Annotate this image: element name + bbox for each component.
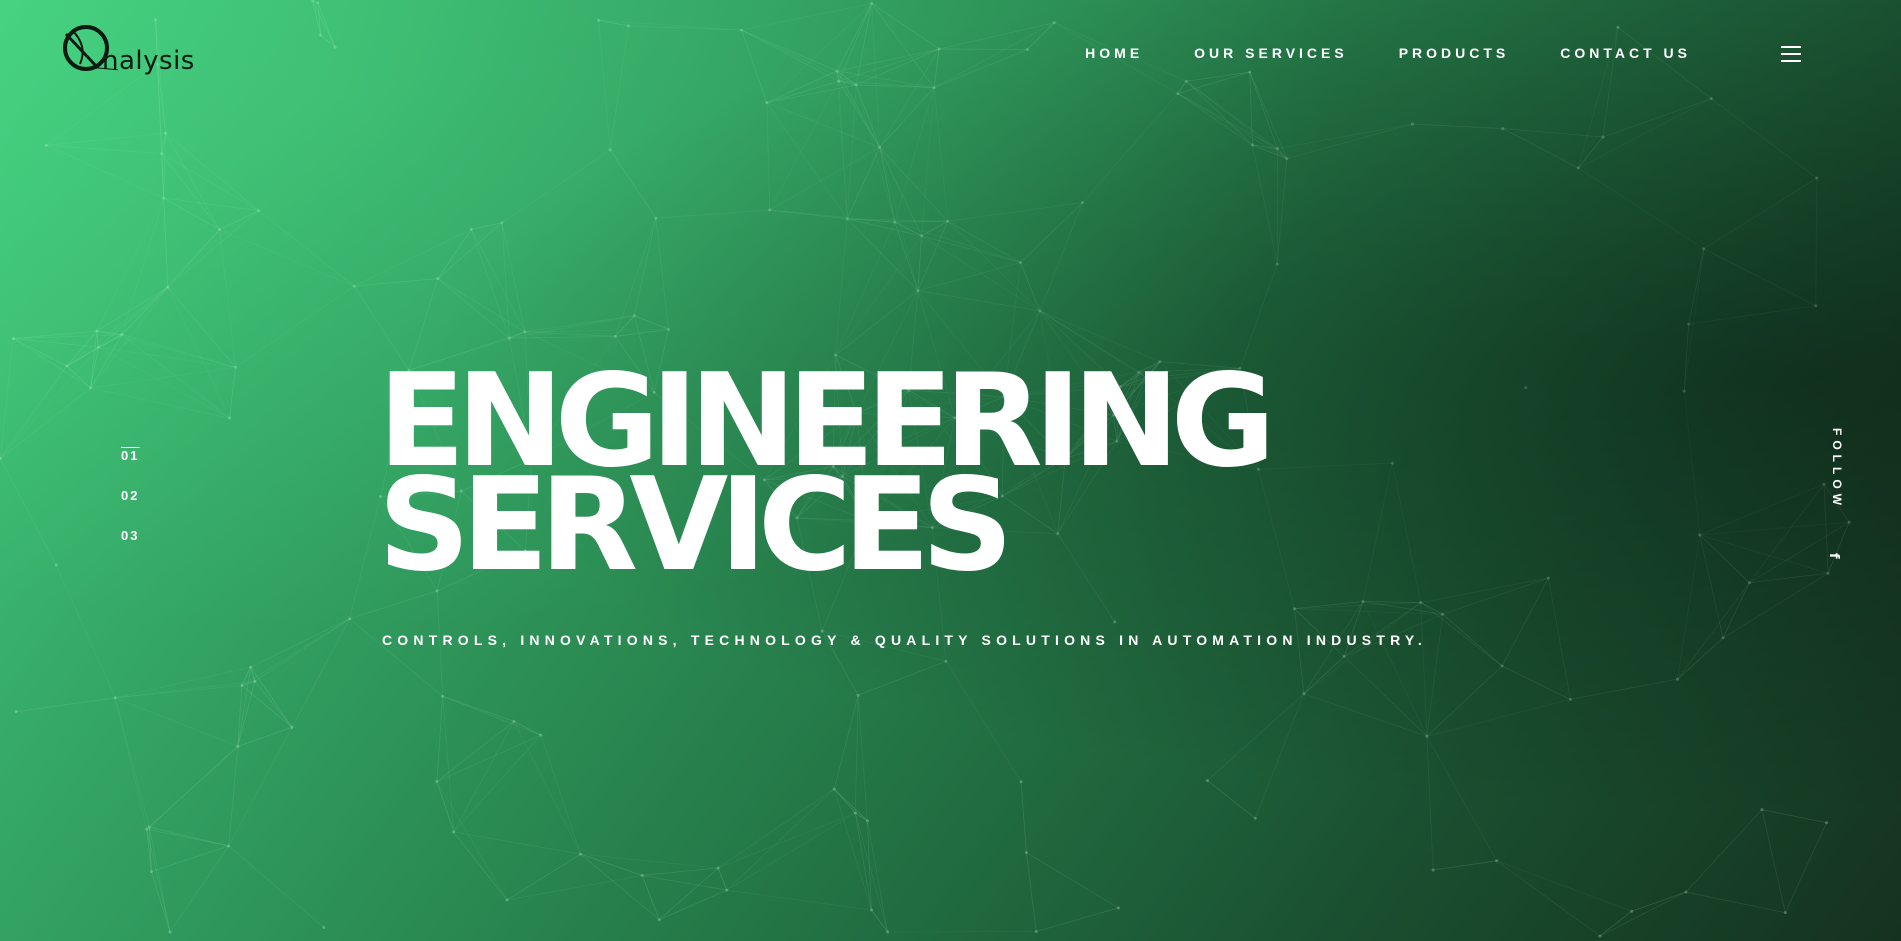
slide-pagination: 01 02 03 [121,448,139,568]
hero-headline: ENGINEERING SERVICES [378,358,1276,590]
hero-subtitle: CONTROLS, INNOVATIONS, TECHNOLOGY & QUAL… [382,632,1427,648]
nav-item-home[interactable]: HOME [1085,45,1143,61]
logo-text: nalysis [102,46,195,76]
main-nav: HOME OUR SERVICES PRODUCTS CONTACT US [1034,45,1691,61]
facebook-icon[interactable]: f [1826,553,1841,565]
slide-number-2[interactable]: 02 [121,488,139,528]
slide-number-3[interactable]: 03 [121,528,139,568]
hero-section: nalysis HOME OUR SERVICES PRODUCTS CONTA… [0,0,1901,941]
follow-label: FOLLOW [1830,428,1844,510]
nav-item-products[interactable]: PRODUCTS [1399,45,1510,61]
site-logo[interactable]: nalysis [58,24,198,84]
nav-item-our-services[interactable]: OUR SERVICES [1194,45,1348,61]
hamburger-icon[interactable] [1781,46,1803,66]
slide-number-1[interactable]: 01 [121,448,139,488]
nav-item-contact-us[interactable]: CONTACT US [1560,45,1691,61]
